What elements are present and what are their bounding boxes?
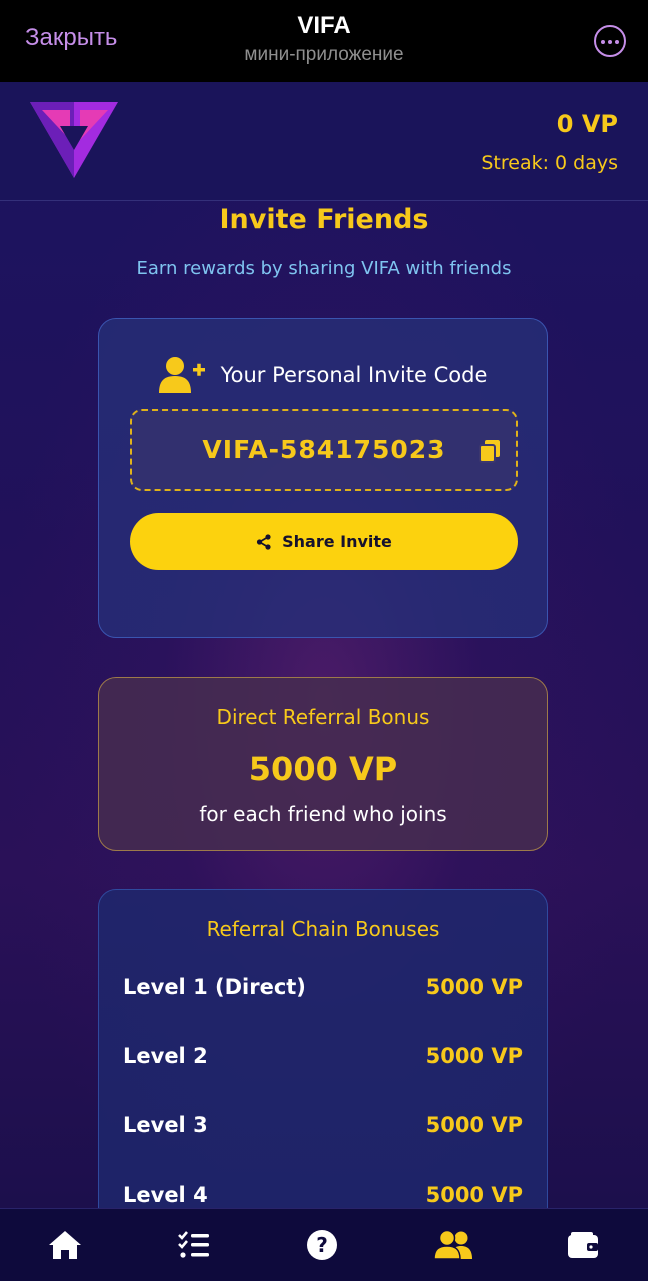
chain-level: Level 3 [123,1113,208,1137]
invite-code: VIFA-584175023 [202,435,446,464]
app-title: VIFA [297,12,351,39]
user-plus-icon [158,357,205,393]
page-subtitle: Earn rewards by sharing VIFA with friend… [136,258,512,279]
page-title: Invite Friends [219,204,429,235]
chain-title: Referral Chain Bonuses [206,917,440,941]
more-dots-icon[interactable] [594,25,626,57]
invite-code-card: Your Personal Invite Code VIFA-584175023… [98,318,548,638]
share-icon [257,533,271,550]
direct-bonus-amount: 5000 VP [248,750,398,788]
referral-chain-card: Referral Chain Bonuses Level 1 (Direct) … [98,889,548,1229]
home-icon [49,1231,81,1259]
telegram-top-bar: Закрыть VIFA мини-приложение [0,0,648,82]
invite-heading-label: Your Personal Invite Code [220,363,488,387]
friends-icon [433,1230,472,1260]
chain-value: 5000 VP [425,975,523,999]
help-icon: ? [307,1230,337,1260]
svg-text:?: ? [316,1233,328,1257]
chain-row: Level 3 5000 VP [123,1108,523,1142]
nav-help[interactable]: ? [282,1209,362,1281]
wallet-icon [568,1232,598,1258]
direct-referral-card: Direct Referral Bonus 5000 VP for each f… [98,677,548,851]
vifa-logo [30,102,118,178]
chain-value: 5000 VP [425,1183,523,1207]
points-balance: 0 VP [556,110,618,138]
chain-row: Level 1 (Direct) 5000 VP [123,970,523,1004]
nav-tasks[interactable] [154,1209,234,1281]
share-invite-button[interactable]: Share Invite [130,513,518,570]
streak-counter: Streak: 0 days [481,152,618,174]
invite-code-box[interactable]: VIFA-584175023 [130,409,518,491]
copy-icon[interactable] [478,439,502,463]
app-subtitle: мини-приложение [244,44,404,65]
chain-row: Level 4 5000 VP [123,1178,523,1212]
invite-heading: Your Personal Invite Code [99,355,547,395]
chain-row: Level 2 5000 VP [123,1039,523,1073]
nav-wallet[interactable] [543,1209,623,1281]
direct-bonus-title: Direct Referral Bonus [216,705,430,729]
chain-level: Level 1 (Direct) [123,975,306,999]
bottom-nav: ? [0,1208,648,1281]
chain-value: 5000 VP [425,1113,523,1137]
nav-friends[interactable] [413,1209,493,1281]
tasks-icon [178,1231,209,1258]
nav-home[interactable] [25,1209,105,1281]
chain-value: 5000 VP [425,1044,523,1068]
chain-level: Level 2 [123,1044,208,1068]
share-invite-label: Share Invite [282,532,392,551]
direct-bonus-note: for each friend who joins [199,802,447,826]
chain-level: Level 4 [123,1183,208,1207]
